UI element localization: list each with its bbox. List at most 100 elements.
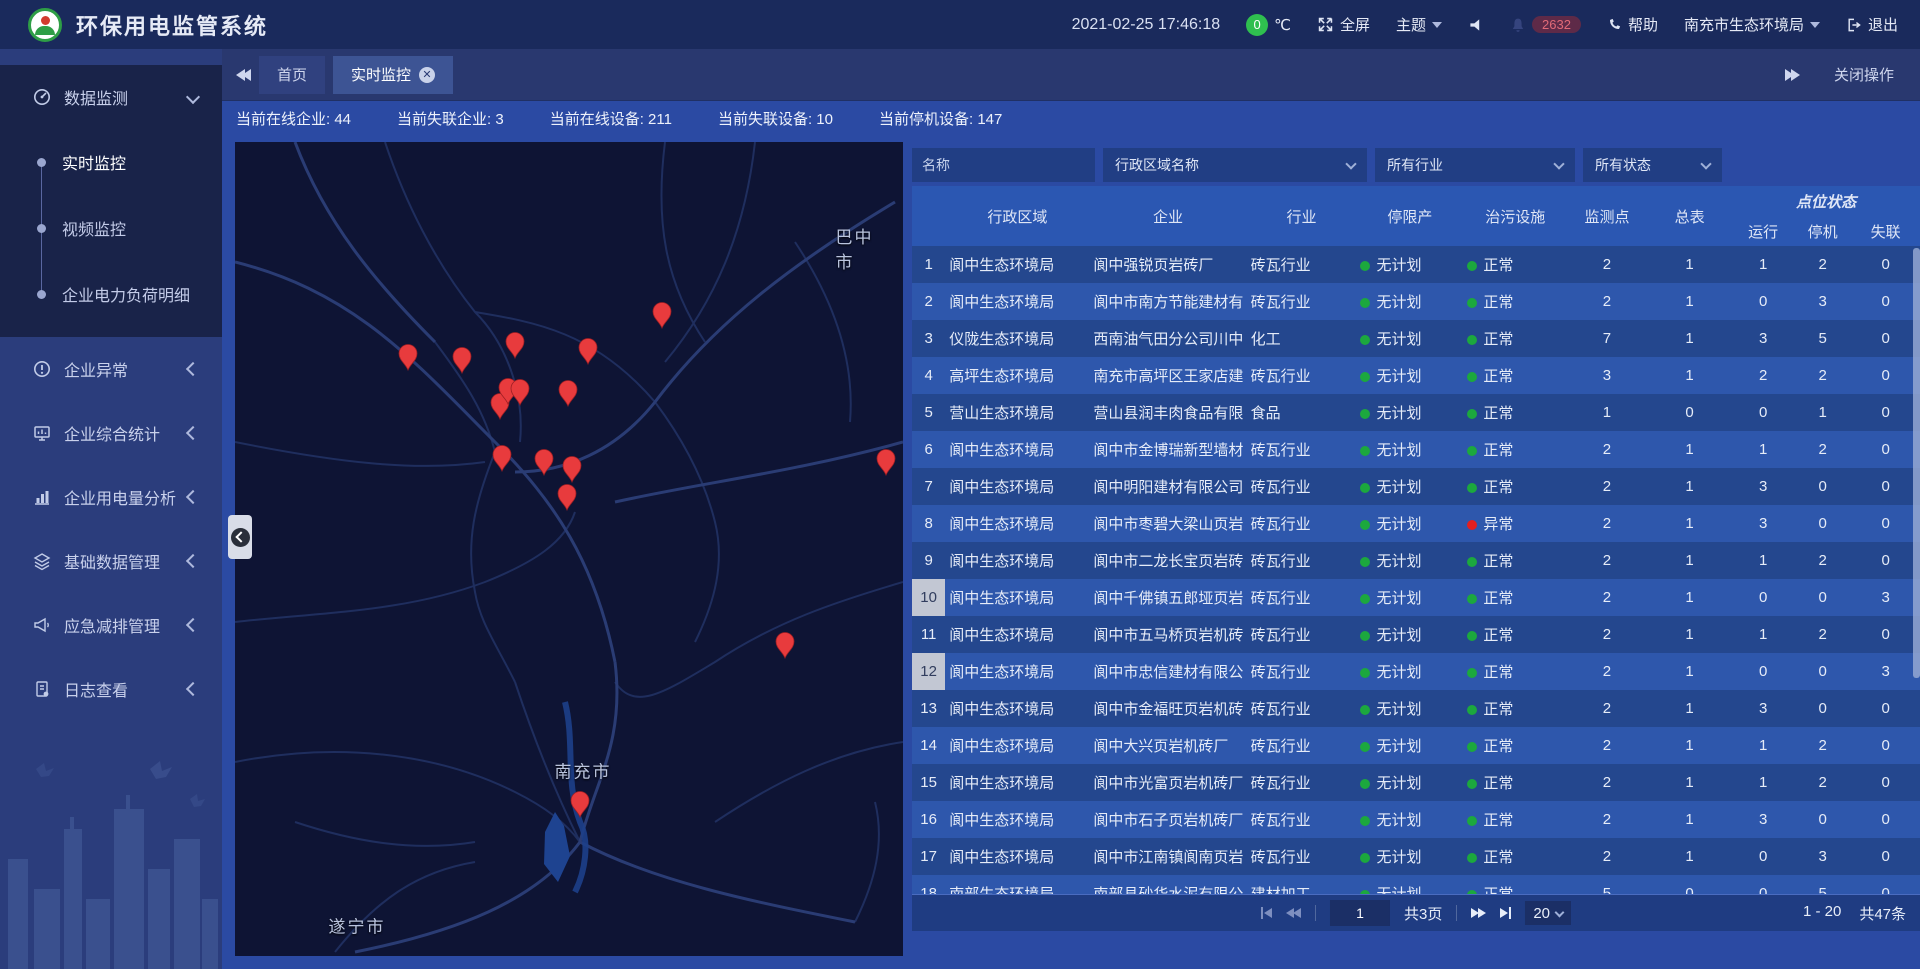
- col-header[interactable]: 企业: [1089, 206, 1246, 227]
- cell-facility: 正常: [1463, 624, 1567, 645]
- table-row[interactable]: 4高坪生态环境局南充市高坪区王家店建砖瓦行业无计划正常31220: [912, 357, 1920, 394]
- sidebar-item[interactable]: 应急减排管理: [0, 593, 222, 657]
- cell-stop: 2: [1794, 367, 1851, 384]
- page-size-select[interactable]: 20: [1525, 901, 1571, 925]
- table-row[interactable]: 8阆中生态环境局阆中市枣碧大梁山页岩砖瓦行业无计划异常21300: [912, 505, 1920, 542]
- map-pin-icon[interactable]: [570, 791, 590, 818]
- cell-company: 阆中市二龙长宝页岩砖: [1089, 550, 1246, 571]
- map-pin-icon[interactable]: [562, 456, 582, 483]
- logout-button[interactable]: 退出: [1846, 14, 1898, 35]
- org-dropdown[interactable]: 南充市生态环境局: [1684, 14, 1820, 35]
- last-page-button[interactable]: [1500, 907, 1511, 919]
- map-pin-icon[interactable]: [505, 332, 525, 359]
- cell-region: 阆中生态环境局: [945, 439, 1089, 460]
- table-row[interactable]: 13阆中生态环境局阆中市金福旺页岩机砖砖瓦行业无计划正常21300: [912, 690, 1920, 727]
- col-header[interactable]: 总表: [1647, 206, 1733, 227]
- cell-lost: 0: [1851, 441, 1920, 458]
- table-row[interactable]: 2阆中生态环境局阆中市南方节能建材有砖瓦行业无计划正常21030: [912, 283, 1920, 320]
- sidebar-item[interactable]: 企业综合统计: [0, 401, 222, 465]
- table-row[interactable]: 10阆中生态环境局阆中千佛镇五郎垭页岩砖瓦行业无计划正常21003: [912, 579, 1920, 616]
- status-filter-select[interactable]: 所有状态: [1583, 148, 1722, 182]
- col-subheader[interactable]: 失联: [1851, 221, 1920, 242]
- map-pin-icon[interactable]: [510, 379, 530, 406]
- col-header[interactable]: 监测点: [1567, 206, 1647, 227]
- map-pin-icon[interactable]: [876, 449, 896, 476]
- map-pin-icon[interactable]: [652, 302, 672, 329]
- table-row[interactable]: 1阆中生态环境局阆中强锐页岩砖厂砖瓦行业无计划正常21120: [912, 246, 1920, 283]
- col-subheader[interactable]: 停机: [1794, 221, 1851, 242]
- name-filter-input[interactable]: [912, 148, 1095, 182]
- tabs-scroll-right-button[interactable]: [1785, 69, 1800, 81]
- table-row[interactable]: 18南部生态环境局南部县砂华水泥有限公建材加工无计划正常50050: [912, 875, 1920, 894]
- help-button[interactable]: 帮助: [1607, 14, 1658, 35]
- theme-dropdown[interactable]: 主题: [1396, 14, 1442, 35]
- sidebar-subitem[interactable]: 企业电力负荷明细: [0, 261, 222, 327]
- sidebar-item[interactable]: 企业异常: [0, 337, 222, 401]
- table-row[interactable]: 17阆中生态环境局阆中市江南镇阆南页岩砖瓦行业无计划正常21030: [912, 838, 1920, 875]
- cell-stop: 0: [1794, 589, 1851, 606]
- prev-page-button[interactable]: [1286, 908, 1301, 918]
- col-header[interactable]: 行业: [1247, 206, 1357, 227]
- scrollbar-thumb[interactable]: [1913, 248, 1920, 678]
- next-page-button[interactable]: [1471, 908, 1486, 918]
- stat-item: 当前停机设备: 147: [879, 108, 1002, 129]
- cell-plan: 无计划: [1356, 291, 1463, 312]
- tab-首页[interactable]: 首页: [259, 56, 325, 94]
- first-page-button[interactable]: [1261, 907, 1272, 919]
- table-row[interactable]: 6阆中生态环境局阆中市金博瑞新型墙材砖瓦行业无计划正常21120: [912, 431, 1920, 468]
- alert-circle-icon: [32, 359, 52, 379]
- map-pin-icon[interactable]: [557, 484, 577, 511]
- fullscreen-button[interactable]: 全屏: [1317, 14, 1370, 35]
- close-icon[interactable]: ✕: [419, 67, 435, 83]
- map-canvas[interactable]: 巴中市南充市遂宁市: [235, 142, 903, 956]
- sidebar-item[interactable]: 企业用电量分析: [0, 465, 222, 529]
- table-row[interactable]: 12阆中生态环境局阆中市忠信建材有限公砖瓦行业无计划正常21003: [912, 653, 1920, 690]
- table-row[interactable]: 9阆中生态环境局阆中市二龙长宝页岩砖砖瓦行业无计划正常21120: [912, 542, 1920, 579]
- page-number-input[interactable]: [1330, 900, 1390, 926]
- col-subheader[interactable]: 运行: [1732, 221, 1793, 242]
- map-pin-icon[interactable]: [492, 445, 512, 472]
- table-row[interactable]: 11阆中生态环境局阆中市五马桥页岩机砖砖瓦行业无计划正常21120: [912, 616, 1920, 653]
- cell-points: 2: [1567, 626, 1647, 643]
- close-operations-button[interactable]: 关闭操作: [1834, 64, 1894, 85]
- col-header[interactable]: 停限产: [1356, 206, 1463, 227]
- speaker-icon[interactable]: [1468, 17, 1484, 33]
- cell-plan: 无计划: [1356, 439, 1463, 460]
- region-filter-select[interactable]: 行政区域名称: [1103, 148, 1367, 182]
- gauge-icon: [32, 87, 52, 107]
- table-row[interactable]: 3仪陇生态环境局西南油气田分公司川中化工无计划正常71350: [912, 320, 1920, 357]
- sidebar-collapse-button[interactable]: [228, 515, 252, 559]
- sidebar-item[interactable]: 日志查看: [0, 657, 222, 721]
- cell-plan: 无计划: [1356, 698, 1463, 719]
- sidebar-subitem[interactable]: 视频监控: [0, 195, 222, 261]
- map-pin-icon[interactable]: [452, 347, 472, 374]
- sidebar-item[interactable]: 数据监测: [0, 65, 222, 129]
- map-pin-icon[interactable]: [775, 632, 795, 659]
- cell-run: 1: [1732, 774, 1793, 791]
- cell-stop: 2: [1794, 552, 1851, 569]
- table-row[interactable]: 14阆中生态环境局阆中大兴页岩机砖厂砖瓦行业无计划正常21120: [912, 727, 1920, 764]
- tabs-scroll-left-button[interactable]: [236, 69, 251, 81]
- map-pin-icon[interactable]: [398, 344, 418, 371]
- sidebar-item-label: 企业异常: [64, 357, 128, 381]
- sidebar-subitem[interactable]: 实时监控: [0, 129, 222, 195]
- map-pin-icon[interactable]: [558, 380, 578, 407]
- notifications-button[interactable]: 2632: [1510, 16, 1581, 33]
- table-row[interactable]: 7阆中生态环境局阆中明阳建材有限公司砖瓦行业无计划正常21300: [912, 468, 1920, 505]
- cell-facility: 正常: [1463, 439, 1567, 460]
- cell-run: 3: [1732, 478, 1793, 495]
- sidebar-item[interactable]: 基础数据管理: [0, 529, 222, 593]
- map-pin-icon[interactable]: [578, 338, 598, 365]
- total-count-label: 共47条: [1859, 903, 1906, 924]
- cell-meters: 1: [1647, 256, 1733, 273]
- col-header[interactable]: 行政区域: [945, 206, 1089, 227]
- col-header[interactable]: 治污设施: [1463, 206, 1567, 227]
- tab-实时监控[interactable]: 实时监控✕: [333, 56, 453, 94]
- sidebar-submenu: 实时监控视频监控企业电力负荷明细: [0, 129, 222, 337]
- table-row[interactable]: 16阆中生态环境局阆中市石子页岩机砖厂砖瓦行业无计划正常21300: [912, 801, 1920, 838]
- chevron-left-icon: [186, 426, 200, 440]
- table-row[interactable]: 5营山生态环境局营山县润丰肉食品有限食品无计划正常10010: [912, 394, 1920, 431]
- industry-filter-select[interactable]: 所有行业: [1375, 148, 1575, 182]
- map-pin-icon[interactable]: [534, 449, 554, 476]
- table-row[interactable]: 15阆中生态环境局阆中市光富页岩机砖厂砖瓦行业无计划正常21120: [912, 764, 1920, 801]
